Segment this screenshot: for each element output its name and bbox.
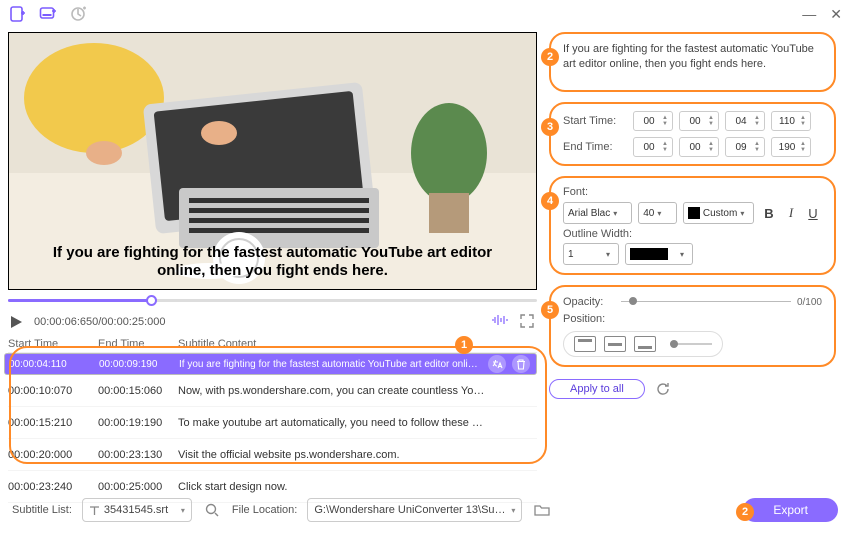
annotation-badge-4: 4 <box>541 192 559 210</box>
subtitle-overlay: If you are fighting for the fastest auto… <box>9 244 536 282</box>
subtitle-row[interactable]: 00:00:04:11000:00:09:190If you are fight… <box>4 353 537 375</box>
add-subtitle-icon[interactable] <box>38 4 58 24</box>
row-start: 00:00:15:210 <box>8 417 98 429</box>
video-preview[interactable]: If you are fighting for the fastest auto… <box>8 32 537 290</box>
reset-icon[interactable] <box>655 381 671 397</box>
header-end: End Time <box>98 338 178 350</box>
position-label: Position: <box>563 313 822 325</box>
font-group: 4 Font: Arial Blac▾ 40▾ Custom▾ B I U Ou… <box>549 176 836 275</box>
time-group: 3 Start Time: 00▲▼ 00▲▼ 04▲▼ 110▲▼ End T… <box>549 102 836 166</box>
annotation-badge-1: 1 <box>455 336 473 354</box>
translate-icon[interactable] <box>488 355 506 373</box>
add-file-icon[interactable] <box>8 4 28 24</box>
minimize-icon[interactable]: — <box>802 6 816 23</box>
export-button[interactable]: Export <box>743 498 838 522</box>
waveform-icon[interactable] <box>491 313 509 331</box>
left-panel: If you are fighting for the fastest auto… <box>0 28 545 468</box>
apply-to-all-button[interactable]: Apply to all <box>549 379 645 399</box>
subtitle-file-name: 35431545.srt <box>104 504 168 516</box>
row-end: 00:00:09:190 <box>99 359 179 370</box>
row-content: To make youtube art automatically, you n… <box>178 417 537 429</box>
position-top[interactable] <box>574 336 596 352</box>
font-size-select[interactable]: 40▾ <box>638 202 677 224</box>
progress-bar[interactable] <box>8 294 537 308</box>
delete-icon[interactable] <box>512 355 530 373</box>
annotation-badge-2: 2 <box>541 48 559 66</box>
folder-icon[interactable] <box>532 500 552 520</box>
subtitle-list-label: Subtitle List: <box>12 504 72 516</box>
start-time-label: Start Time: <box>563 115 633 127</box>
start-mm[interactable]: 00▲▼ <box>679 111 719 131</box>
end-mm[interactable]: 00▲▼ <box>679 137 719 157</box>
underline-button[interactable]: U <box>804 203 822 223</box>
opacity-slider[interactable] <box>621 295 791 309</box>
position-offset-slider[interactable] <box>670 343 712 345</box>
end-ss[interactable]: 09▲▼ <box>725 137 765 157</box>
sync-icon[interactable] <box>68 4 88 24</box>
outline-width-select[interactable]: 1▾ <box>563 243 619 265</box>
right-panel: 2 If you are fighting for the fastest au… <box>545 28 850 468</box>
row-content: Visit the official website ps.wondershar… <box>178 449 537 461</box>
bold-button[interactable]: B <box>760 203 778 223</box>
opacity-value: 0/100 <box>797 297 822 308</box>
italic-button[interactable]: I <box>782 203 800 223</box>
titlebar: — ✕ <box>0 0 850 28</box>
header-content: Subtitle Content <box>178 338 537 350</box>
subtitle-row[interactable]: 00:00:15:21000:00:19:190To make youtube … <box>8 407 537 439</box>
file-location-label: File Location: <box>232 504 297 516</box>
start-ss[interactable]: 04▲▼ <box>725 111 765 131</box>
position-bottom[interactable] <box>634 336 656 352</box>
subtitle-text-field[interactable]: 2 If you are fighting for the fastest au… <box>549 32 836 92</box>
annotation-badge-3: 3 <box>541 118 559 136</box>
row-end: 00:00:19:190 <box>98 417 178 429</box>
row-start: 00:00:20:000 <box>8 449 98 461</box>
text-file-icon <box>89 505 100 516</box>
subtitle-file-select[interactable]: 35431545.srt ▾ <box>82 498 192 522</box>
annotation-badge-5: 5 <box>541 301 559 319</box>
row-end: 00:00:23:130 <box>98 449 178 461</box>
header-start: Start Time <box>8 338 98 350</box>
end-ms[interactable]: 190▲▼ <box>771 137 811 157</box>
end-hh[interactable]: 00▲▼ <box>633 137 673 157</box>
footer-bar: Subtitle List: 35431545.srt ▾ File Locat… <box>0 491 850 529</box>
outline-color-select[interactable]: ▾ <box>625 243 693 265</box>
fullscreen-icon[interactable] <box>519 313 537 331</box>
opacity-position-group: 5 Opacity: 0/100 Position: <box>549 285 836 367</box>
subtitle-row[interactable]: 00:00:20:00000:00:23:130Visit the offici… <box>8 439 537 471</box>
font-family-select[interactable]: Arial Blac▾ <box>563 202 632 224</box>
position-middle[interactable] <box>604 336 626 352</box>
font-label: Font: <box>563 186 822 198</box>
play-button[interactable] <box>8 314 24 330</box>
outline-width-label: Outline Width: <box>563 228 822 240</box>
close-icon[interactable]: ✕ <box>830 6 842 23</box>
search-icon[interactable] <box>202 500 222 520</box>
annotation-badge-export: 2 <box>736 503 754 521</box>
font-color-select[interactable]: Custom▾ <box>683 202 754 224</box>
file-location-path: G:\Wondershare UniConverter 13\SubEd <box>314 504 507 516</box>
subtitle-table: 00:00:04:11000:00:09:190If you are fight… <box>8 353 537 503</box>
subtitle-text-value: If you are fighting for the fastest auto… <box>563 43 814 70</box>
opacity-label: Opacity: <box>563 296 615 308</box>
row-start: 00:00:04:110 <box>9 359 99 370</box>
position-selector <box>563 331 723 357</box>
start-hh[interactable]: 00▲▼ <box>633 111 673 131</box>
row-content: If you are fighting for the fastest auto… <box>179 359 532 370</box>
subtitle-row[interactable]: 00:00:10:07000:00:15:060Now, with ps.won… <box>8 375 537 407</box>
timecode-display: 00:00:06:650/00:00:25:000 <box>34 316 166 328</box>
start-ms[interactable]: 110▲▼ <box>771 111 811 131</box>
file-location-select[interactable]: G:\Wondershare UniConverter 13\SubEd ▾ <box>307 498 522 522</box>
row-start: 00:00:10:070 <box>8 385 98 397</box>
row-end: 00:00:15:060 <box>98 385 178 397</box>
end-time-label: End Time: <box>563 141 633 153</box>
row-content: Now, with ps.wondershare.com, you can cr… <box>178 385 537 397</box>
